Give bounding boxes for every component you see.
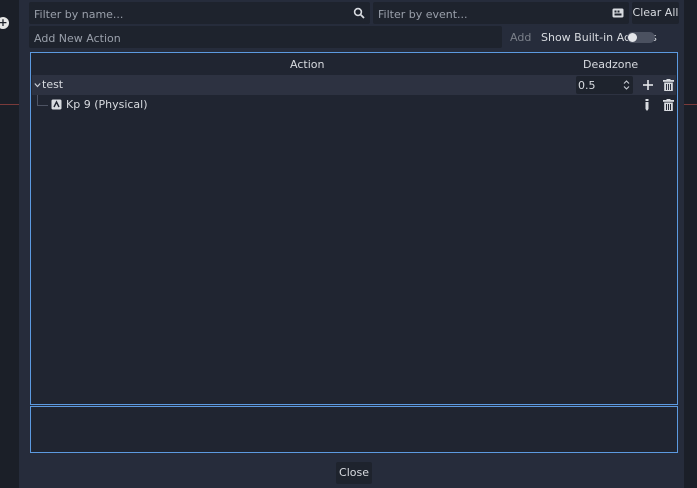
add-node-icon[interactable]: + [0, 17, 9, 29]
column-header-deadzone: Deadzone [583, 58, 639, 71]
chevron-down-icon[interactable] [34, 82, 41, 88]
keyboard-icon[interactable] [612, 7, 624, 19]
deadzone-spinbox[interactable]: 0.5 [576, 76, 633, 94]
action-row-test[interactable]: test 0.5 [32, 75, 676, 95]
spin-arrows-icon[interactable] [623, 80, 630, 90]
add-event-icon[interactable] [642, 79, 654, 91]
background-editor-left: + [0, 0, 19, 488]
guide-line [684, 104, 697, 105]
add-new-action-input[interactable]: Add New Action [29, 26, 502, 48]
toggle-knob [628, 33, 637, 42]
deadzone-value: 0.5 [578, 79, 596, 92]
filter-by-name-input[interactable]: Filter by name... [29, 2, 370, 24]
action-tree[interactable]: Action Deadzone test 0.5 Kp 9 (Physical) [30, 52, 678, 405]
show-builtin-actions-toggle[interactable] [627, 32, 655, 43]
guide-line [0, 104, 19, 105]
action-details-panel [30, 406, 678, 453]
clear-all-button[interactable]: Clear All [632, 2, 679, 24]
tree-connector [37, 95, 48, 106]
column-header-action: Action [290, 58, 325, 71]
close-button[interactable]: Close [336, 462, 372, 484]
trash-icon[interactable] [663, 99, 674, 111]
add-button[interactable]: Add [510, 31, 531, 44]
event-row[interactable]: Kp 9 (Physical) [32, 95, 676, 115]
edit-icon[interactable] [644, 99, 650, 111]
trash-icon[interactable] [663, 79, 674, 91]
filter-by-event-input[interactable]: Filter by event... [373, 2, 629, 24]
search-icon [353, 7, 365, 19]
event-label: Kp 9 (Physical) [66, 98, 148, 111]
background-editor-right [684, 0, 697, 488]
action-name: test [42, 78, 64, 91]
keyboard-key-icon [51, 99, 62, 110]
